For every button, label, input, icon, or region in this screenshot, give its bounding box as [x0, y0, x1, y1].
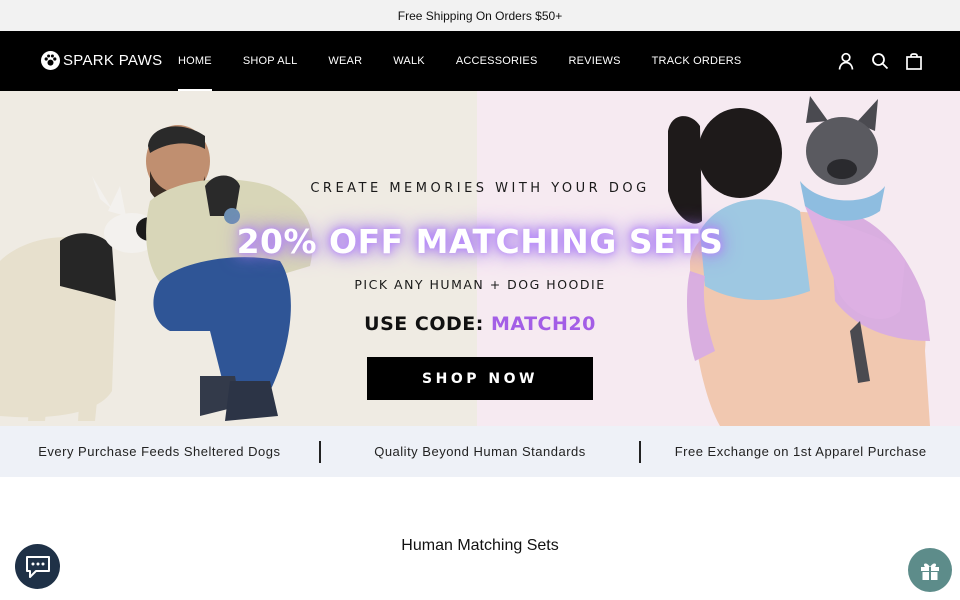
search-icon[interactable] — [870, 51, 890, 71]
nav-item-reviews[interactable]: REVIEWS — [568, 31, 620, 91]
announcement-text: Free Shipping On Orders $50+ — [397, 8, 563, 23]
rewards-button[interactable] — [908, 548, 952, 592]
hero-copy: CREATE MEMORIES WITH YOUR DOG 20% OFF MA… — [0, 91, 960, 426]
benefits-bar: Every Purchase Feeds Sheltered Dogs Qual… — [0, 426, 960, 477]
promo-code-prefix: USE CODE: — [364, 313, 491, 335]
brand-logo[interactable]: SPARK PAWS — [41, 51, 162, 70]
benefit-quality: Quality Beyond Human Standards — [374, 444, 586, 459]
benefit-free-exchange: Free Exchange on 1st Apparel Purchase — [674, 444, 927, 459]
promo-code: MATCH20 — [490, 313, 596, 335]
brand-name: SPARK PAWS — [63, 52, 163, 69]
shop-now-button[interactable]: SHOP NOW — [367, 357, 593, 400]
benefit-feeds-dogs: Every Purchase Feeds Sheltered Dogs — [38, 444, 281, 459]
hero-banner[interactable]: CREATE MEMORIES WITH YOUR DOG 20% OFF MA… — [0, 91, 960, 426]
nav-actions — [836, 51, 924, 71]
hero-headline: 20% OFF MATCHING SETS — [236, 222, 724, 261]
section-title: Human Matching Sets — [401, 537, 559, 554]
promo-code-line: USE CODE: MATCH20 — [0, 313, 960, 335]
main-nav: SPARK PAWS HOME SHOP ALL WEAR WALK ACCES… — [0, 31, 960, 91]
nav-item-accessories[interactable]: ACCESSORIES — [456, 31, 538, 91]
gift-icon — [921, 563, 939, 580]
chat-icon — [25, 555, 50, 578]
announcement-bar: Free Shipping On Orders $50+ — [0, 0, 960, 31]
nav-item-track-orders[interactable]: TRACK ORDERS — [652, 31, 742, 91]
account-icon[interactable] — [836, 51, 856, 71]
nav-item-home[interactable]: HOME — [178, 31, 212, 91]
paw-icon — [41, 51, 60, 70]
cart-icon[interactable] — [904, 51, 924, 71]
hero-eyebrow: CREATE MEMORIES WITH YOUR DOG — [310, 181, 650, 196]
nav-item-shop-all[interactable]: SHOP ALL — [243, 31, 298, 91]
chat-button[interactable] — [15, 544, 60, 589]
nav-item-walk[interactable]: WALK — [393, 31, 425, 91]
nav-menu: HOME SHOP ALL WEAR WALK ACCESSORIES REVI… — [178, 31, 772, 91]
nav-item-wear[interactable]: WEAR — [328, 31, 362, 91]
hero-subline: PICK ANY HUMAN + DOG HOODIE — [354, 277, 606, 292]
